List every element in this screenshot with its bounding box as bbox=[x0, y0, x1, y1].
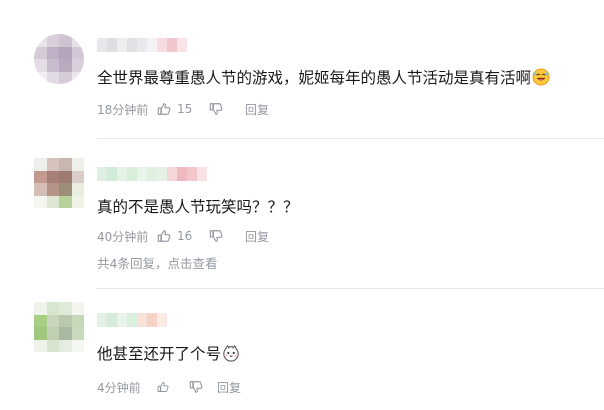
thumbs-down-icon bbox=[189, 381, 203, 393]
comment-time: 4分钟前 bbox=[97, 380, 141, 395]
username-blurred[interactable] bbox=[97, 313, 167, 327]
avatar[interactable] bbox=[34, 302, 84, 352]
comment-meta: 4分钟前 回复 bbox=[97, 379, 241, 395]
thumbs-up-icon bbox=[157, 382, 169, 392]
comment-item: 他甚至还开了个号 4分钟前 回复 bbox=[0, 0, 604, 410]
dislike-button[interactable] bbox=[189, 380, 217, 394]
cute-face-emoji-icon bbox=[223, 344, 239, 362]
comment-text-body: 他甚至还开了个号 bbox=[97, 345, 222, 363]
like-button[interactable] bbox=[157, 380, 189, 394]
comment-feed: 全世界最尊重愚人节的游戏，妮姬每年的愚人节活动是真有活啊 18分钟前 15 回复… bbox=[0, 0, 604, 410]
comment-text: 他甚至还开了个号 bbox=[97, 344, 240, 364]
reply-button[interactable]: 回复 bbox=[217, 379, 241, 396]
